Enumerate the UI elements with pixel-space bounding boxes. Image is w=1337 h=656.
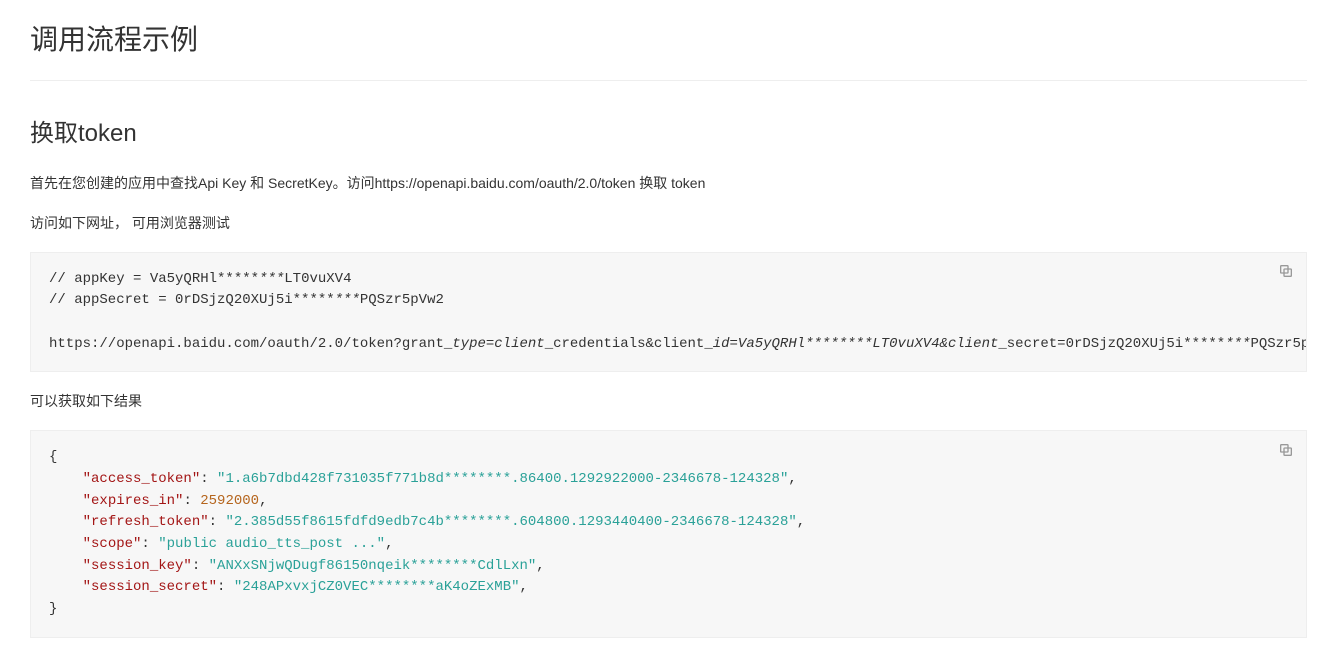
copy-icon [1278, 442, 1294, 461]
copy-button[interactable] [1274, 261, 1298, 285]
intro-paragraph: 首先在您创建的应用中查找Api Key 和 SecretKey。访问https:… [30, 172, 1307, 196]
copy-button[interactable] [1274, 439, 1298, 463]
result-hint: 可以获取如下结果 [30, 390, 1307, 414]
visit-hint: 访问如下网址， 可用浏览器测试 [30, 212, 1307, 236]
copy-icon [1278, 263, 1294, 282]
code-content: // appKey = Va5yQRHl********LT0vuXV4 // … [49, 269, 1288, 356]
page-title: 调用流程示例 [30, 18, 1307, 81]
section-title-token: 换取token [30, 113, 1307, 148]
code-content: { "access_token": "1.a6b7dbd428f731035f7… [49, 447, 1288, 621]
code-block-url: // appKey = Va5yQRHl********LT0vuXV4 // … [30, 252, 1307, 373]
code-block-json: { "access_token": "1.a6b7dbd428f731035f7… [30, 430, 1307, 638]
